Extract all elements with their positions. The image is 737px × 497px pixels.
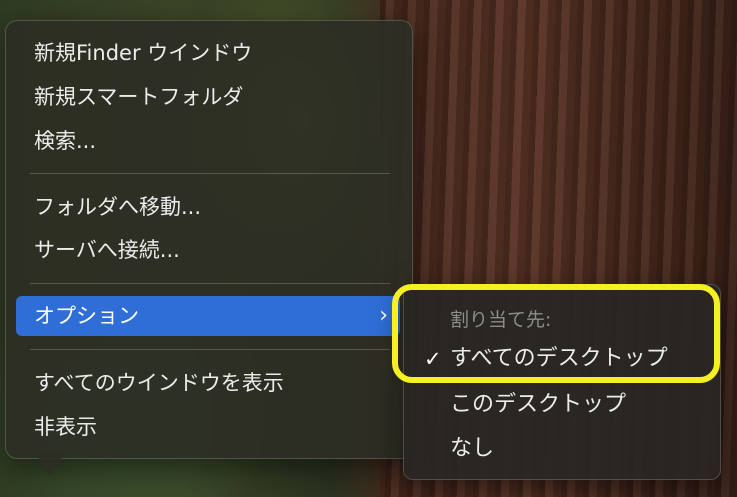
submenu-item-label: すべてのデスクトップ bbox=[450, 346, 668, 371]
menu-item-label: サーバへ接続... bbox=[34, 238, 180, 262]
menu-separator bbox=[30, 173, 390, 174]
checkmark-icon: ✓ bbox=[424, 347, 442, 371]
submenu-item-label: なし bbox=[450, 436, 495, 461]
dock-context-menu: 新規Finder ウインドウ 新規スマートフォルダ 検索... フォルダへ移動.… bbox=[5, 20, 413, 459]
menu-item-label: すべてのウインドウを表示 bbox=[34, 371, 284, 395]
submenu-item-this-desktop[interactable]: このデスクトップ bbox=[404, 385, 720, 425]
submenu-header: 割り当て先: bbox=[450, 309, 552, 331]
submenu-item-none[interactable]: なし bbox=[404, 429, 720, 469]
menu-item-label: 非表示 bbox=[34, 415, 97, 439]
chevron-right-icon: › bbox=[379, 303, 388, 328]
menu-separator bbox=[30, 349, 390, 350]
menu-item-label: 新規スマートフォルダ bbox=[34, 85, 244, 109]
menu-item-new-finder-window[interactable]: 新規Finder ウインドウ bbox=[16, 33, 400, 73]
submenu-item-label: このデスクトップ bbox=[450, 392, 627, 417]
menu-item-options[interactable]: オプション › bbox=[16, 296, 400, 336]
menu-item-go-to-folder[interactable]: フォルダへ移動... bbox=[16, 187, 400, 227]
menu-item-label: 検索... bbox=[34, 129, 97, 153]
menu-item-show-all-windows[interactable]: すべてのウインドウを表示 bbox=[16, 363, 400, 403]
menu-item-search[interactable]: 検索... bbox=[16, 121, 400, 161]
menu-item-label: フォルダへ移動... bbox=[34, 195, 202, 219]
options-submenu: 割り当て先: ✓ すべてのデスクトップ このデスクトップ なし bbox=[403, 284, 721, 480]
menu-item-label: オプション bbox=[34, 304, 139, 328]
menu-item-label: 新規Finder ウインドウ bbox=[34, 41, 253, 65]
menu-item-hide[interactable]: 非表示 bbox=[16, 407, 400, 447]
menu-separator bbox=[30, 283, 390, 284]
menu-item-connect-to-server[interactable]: サーバへ接続... bbox=[16, 230, 400, 270]
menu-item-new-smart-folder[interactable]: 新規スマートフォルダ bbox=[16, 77, 400, 117]
submenu-item-all-desktops[interactable]: ✓ すべてのデスクトップ bbox=[404, 339, 720, 379]
menu-pointer-tail bbox=[34, 452, 66, 476]
